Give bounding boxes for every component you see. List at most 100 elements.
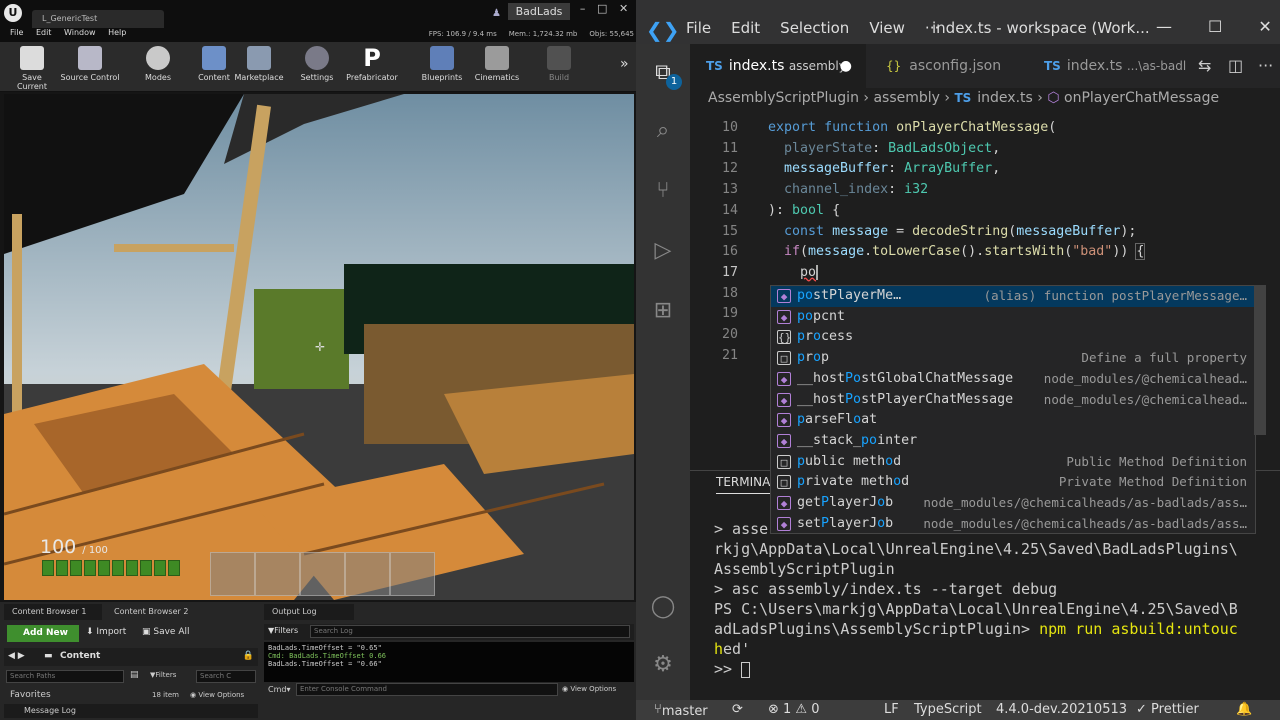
close-icon[interactable]: ✕: [1258, 17, 1271, 36]
suggestion-item[interactable]: ◆ postPlayerMe… (alias) function postPlaye…: [771, 286, 1255, 307]
menu-view[interactable]: View: [869, 19, 905, 37]
favorites-label[interactable]: Favorites: [10, 690, 51, 700]
suggestion-item[interactable]: ◆ __hostPostPlayerChatMessage node_modules…: [771, 390, 1255, 411]
save-current-button[interactable]: Save Current: [6, 46, 58, 91]
blueprints-button[interactable]: Blueprints: [420, 46, 464, 82]
suggestion-item[interactable]: ◆ popcnt: [771, 307, 1255, 328]
breadcrumb-item[interactable]: index.ts: [977, 90, 1033, 106]
content-label: Content: [198, 73, 230, 82]
output-log-area[interactable]: BadLads.TimeOffset = "0.65" Cmd: BadLads…: [264, 642, 634, 682]
unsaved-dot-icon[interactable]: ●: [840, 58, 852, 74]
view-toggle-icon[interactable]: ▤: [130, 670, 139, 680]
hotbar-slot[interactable]: [345, 552, 390, 596]
source-control-icon[interactable]: ⑂: [650, 178, 676, 204]
hotbar-slot[interactable]: [210, 552, 255, 596]
cmd-dropdown[interactable]: Cmd▾: [268, 685, 290, 694]
prettier-status[interactable]: ✓ Prettier: [1136, 702, 1199, 717]
source-control-button[interactable]: Source Control: [60, 46, 120, 82]
compare-icon[interactable]: ⇆: [1198, 56, 1211, 75]
search-assets-input[interactable]: Search C: [196, 670, 256, 683]
problems-status[interactable]: ⊗ 1 ⚠ 0: [768, 702, 820, 717]
tab-content-browser-2[interactable]: Content Browser 2: [106, 604, 204, 620]
close-icon[interactable]: ✕: [619, 2, 628, 20]
objs-readout: Objs: 55,645: [589, 30, 634, 38]
back-arrow-icon[interactable]: ◀ ▶: [8, 651, 25, 661]
breadcrumb-item[interactable]: assembly: [873, 90, 939, 106]
search-icon[interactable]: ⌕: [650, 118, 676, 144]
prefabricator-button[interactable]: P Prefabricator: [346, 46, 398, 82]
branch-status[interactable]: ⑂ master: [654, 702, 708, 719]
suggestion-item[interactable]: □ private method Private Method Definition: [771, 472, 1255, 493]
add-new-button[interactable]: Add New: [7, 625, 79, 642]
menu-file[interactable]: File: [686, 19, 711, 37]
tab-message-log[interactable]: Message Log: [4, 704, 258, 718]
bookmark-icon[interactable]: ♟: [492, 8, 501, 19]
import-button[interactable]: ⬇ Import: [86, 627, 126, 637]
build-button[interactable]: Build: [544, 46, 574, 82]
gear-icon[interactable]: ⚙: [650, 652, 676, 678]
breadcrumb-item[interactable]: AssemblyScriptPlugin: [708, 90, 859, 106]
suggestion-item[interactable]: {} process: [771, 327, 1255, 348]
search-log-input[interactable]: Search Log: [310, 625, 630, 638]
minimize-icon[interactable]: —: [1156, 17, 1172, 36]
suggestion-label: parseFloat: [797, 412, 878, 428]
save-all-button[interactable]: ▣ Save All: [142, 627, 190, 637]
minimize-icon[interactable]: –: [580, 2, 586, 20]
console-command-input[interactable]: Enter Console Command: [296, 683, 558, 696]
content-path[interactable]: Content: [60, 651, 100, 661]
menu-edit[interactable]: Edit: [731, 19, 760, 37]
log-filters-button[interactable]: ▼Filters: [268, 626, 298, 635]
log-view-options-button[interactable]: ◉ View Options: [562, 685, 616, 693]
menu-edit[interactable]: Edit: [36, 28, 52, 37]
maximize-icon[interactable]: □: [597, 2, 607, 20]
lock-icon[interactable]: 🔒: [243, 651, 254, 661]
menu-window[interactable]: Window: [64, 28, 96, 37]
tab-content-browser-1[interactable]: Content Browser 1: [4, 604, 102, 620]
sync-icon[interactable]: ⟳: [732, 702, 743, 717]
run-debug-icon[interactable]: ▷: [650, 238, 676, 264]
suggest-scrollbar[interactable]: [1254, 285, 1266, 435]
cinematics-button[interactable]: Cinematics: [474, 46, 520, 82]
notifications-icon[interactable]: 🔔: [1236, 702, 1252, 717]
suggestion-item[interactable]: ◆ __stack_pointer: [771, 431, 1255, 452]
hotbar-slot[interactable]: [390, 552, 435, 596]
modes-button[interactable]: Modes: [140, 46, 176, 82]
app-tab[interactable]: BadLads: [508, 3, 570, 20]
extensions-icon[interactable]: ⊞: [650, 298, 676, 324]
tab-index-ts-as-badl[interactable]: TS index.ts ...\as-badl: [1026, 44, 1190, 88]
suggestion-item[interactable]: ◆ setPlayerJob node_modules/@chemicalheads…: [771, 514, 1255, 533]
toolbar-overflow-icon[interactable]: »: [620, 56, 629, 72]
cb-view-options-button[interactable]: ◉ View Options: [190, 691, 244, 699]
terminal-output[interactable]: > asse rkjg\AppData\Local\UnrealEngine\4.…: [714, 519, 1274, 679]
language-status[interactable]: TypeScript: [914, 702, 982, 717]
tab-index-ts-assembly[interactable]: TS index.ts assembly ●: [690, 44, 866, 88]
search-paths-input[interactable]: Search Paths: [6, 670, 124, 683]
settings-button[interactable]: Settings: [300, 46, 334, 82]
menu-help[interactable]: Help: [108, 28, 126, 37]
maximize-icon[interactable]: ☐: [1208, 17, 1222, 36]
hotbar-slot[interactable]: [255, 552, 300, 596]
more-actions-icon[interactable]: ···: [1258, 56, 1273, 75]
search-paths-placeholder: Search Paths: [10, 672, 56, 680]
menu-selection[interactable]: Selection: [780, 19, 849, 37]
suggestion-item[interactable]: □ prop Define a full property: [771, 348, 1255, 369]
suggestion-item[interactable]: ◆ parseFloat: [771, 410, 1255, 431]
tab-output-log[interactable]: Output Log: [264, 604, 354, 620]
suggestion-item[interactable]: □ public method Public Method Definition: [771, 452, 1255, 473]
game-viewport[interactable]: ✛ 100 / 100: [4, 94, 634, 600]
breadcrumb-item[interactable]: onPlayerChatMessage: [1064, 90, 1219, 106]
marketplace-button[interactable]: Marketplace: [234, 46, 284, 82]
account-icon[interactable]: ◯: [650, 594, 676, 620]
tab-terminal[interactable]: TERMINA: [716, 475, 771, 494]
suggestion-item[interactable]: ◆ getPlayerJob node_modules/@chemicalheads…: [771, 493, 1255, 514]
suggestion-item[interactable]: ◆ __hostPostGlobalChatMessage node_modules…: [771, 369, 1255, 390]
level-tab[interactable]: L_GenericTest: [32, 10, 164, 28]
ts-version-status[interactable]: 4.4.0-dev.20210513: [996, 702, 1127, 717]
menu-file[interactable]: File: [10, 28, 23, 37]
content-button[interactable]: Content: [196, 46, 232, 82]
cb-filters-button[interactable]: ▼Filters: [150, 671, 176, 679]
split-editor-icon[interactable]: ◫: [1228, 56, 1243, 75]
eol-status[interactable]: LF: [884, 702, 899, 717]
hotbar-slot[interactable]: [300, 552, 345, 596]
tab-asconfig-json[interactable]: {} asconfig.json: [868, 44, 1024, 88]
